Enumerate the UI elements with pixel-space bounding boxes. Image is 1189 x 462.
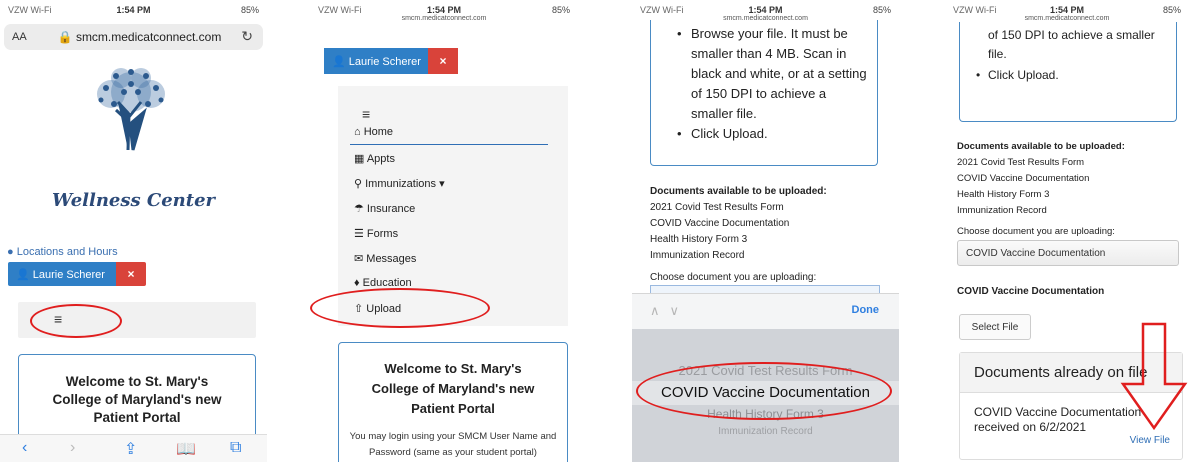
view-file-link[interactable]: View File (1130, 435, 1170, 446)
screen-picker: VZW Wi-Fi 1:54 PM 85% smcm.medicatconnec… (632, 0, 899, 462)
clock: 1:54 PM (426, 5, 461, 15)
instruction-tail: of 150 DPI to achieve a smaller file. (988, 28, 1155, 61)
battery-indicator: 85% (872, 5, 891, 15)
welcome-line: College of Maryland's new (371, 381, 535, 396)
welcome-line: Welcome to St. Mary's (384, 361, 522, 376)
wellness-center-title: Wellness Center (51, 190, 216, 211)
on-file-entry-name: COVID Vaccine Documentation (974, 405, 1142, 419)
welcome-body: You may login using your SMCM User Name … (349, 431, 557, 458)
clock: 1:54 PM (1049, 5, 1084, 15)
welcome-line: College of Maryland's new (52, 392, 222, 407)
picker-toolbar: ∧∨ Done (632, 293, 899, 329)
address-url[interactable]: 🔒 smcm.medicatconnect.com (44, 30, 235, 44)
status-bar: VZW Wi-Fi 1:54 PM 85% (0, 0, 267, 22)
user-button[interactable]: 👤 Laurie Scherer (8, 262, 116, 286)
nav-item-immunizations[interactable]: ⚲ Immunizations ▾ (354, 177, 445, 190)
address-url[interactable]: smcm.medicatconnect.com (310, 15, 578, 22)
nav-item-appts[interactable]: ▦ Appts (354, 152, 395, 165)
welcome-line: Welcome to St. Mary's (65, 374, 209, 389)
document-select[interactable]: COVID Vaccine Documentation (957, 240, 1179, 266)
address-bar[interactable]: AA 🔒 smcm.medicatconnect.com ↻ (4, 24, 263, 50)
upload-instructions: Browse your file. It must be smaller tha… (650, 20, 878, 166)
battery-indicator: 85% (1162, 5, 1181, 15)
close-button[interactable]: × (116, 262, 146, 286)
doc-list-item: COVID Vaccine Documentation (650, 218, 790, 229)
active-underline (350, 144, 548, 145)
welcome-card: Welcome to St. Mary's College of Marylan… (18, 354, 256, 444)
instruction-item: Click Upload. (976, 66, 1168, 85)
address-url[interactable]: smcm.medicatconnect.com (945, 15, 1189, 22)
nav-item-insurance[interactable]: ☂ Insurance (354, 202, 415, 215)
reader-options-button[interactable]: AA (12, 31, 27, 43)
doc-list-item: Immunization Record (957, 205, 1047, 216)
docs-available-title: Documents available to be uploaded: (957, 141, 1125, 152)
doc-list-item: 2021 Covid Test Results Form (650, 202, 784, 213)
user-button[interactable]: 👤 Laurie Scherer (324, 48, 428, 74)
choose-document-label: Choose document you are uploading: (957, 226, 1115, 237)
tree-logo-icon (97, 68, 165, 151)
bookmarks-icon[interactable]: 📖 (176, 439, 196, 459)
done-button[interactable]: Done (852, 304, 880, 316)
upload-instructions: of 150 DPI to achieve a smaller file. Cl… (959, 22, 1177, 122)
clock: 1:54 PM (116, 5, 151, 15)
welcome-line: Patient Portal (411, 401, 495, 416)
annotation-oval (636, 362, 892, 420)
doc-list-item: Health History Form 3 (650, 234, 748, 245)
nav-item-forms[interactable]: ☰ Forms (354, 227, 398, 240)
on-file-entry: COVID Vaccine Documentation received on … (974, 405, 1141, 435)
doc-list-item: Immunization Record (650, 250, 745, 261)
doc-list-item: Health History Form 3 (957, 189, 1050, 200)
document-select[interactable] (650, 285, 880, 293)
welcome-line: Patient Portal (93, 410, 181, 425)
doc-list-item: COVID Vaccine Documentation (957, 173, 1090, 184)
battery-indicator: 85% (551, 5, 570, 15)
back-icon[interactable]: ‹ (22, 439, 27, 457)
locations-link[interactable]: ● Locations and Hours (7, 246, 118, 258)
forward-icon[interactable]: › (70, 439, 75, 457)
clock: 1:54 PM (748, 5, 783, 15)
screen-home: VZW Wi-Fi 1:54 PM 85% AA 🔒 smcm.medicatc… (0, 0, 267, 462)
tabs-icon[interactable]: ⧉ (230, 439, 241, 457)
share-icon[interactable]: ⇪ (124, 439, 137, 459)
on-file-entry-date: received on 6/2/2021 (974, 420, 1087, 434)
nav-item-messages[interactable]: ✉ Messages (354, 252, 416, 265)
annotation-oval (30, 304, 122, 338)
annotation-down-arrow-icon (1120, 322, 1188, 431)
battery-indicator: 85% (240, 5, 259, 15)
docs-available-title: Documents available to be uploaded: (650, 186, 827, 197)
hamburger-menu-icon[interactable]: ≡ (362, 106, 370, 122)
screen-uploaded: VZW Wi-Fi 1:54 PM 85% smcm.medicatconnec… (945, 0, 1189, 462)
picker-option[interactable]: Immunization Record (632, 426, 899, 437)
annotation-oval (310, 288, 490, 328)
nav-item-home[interactable]: ⌂ Home (354, 126, 393, 138)
welcome-card: Welcome to St. Mary's College of Marylan… (338, 342, 568, 462)
screen-menu: VZW Wi-Fi 1:54 PM 85% smcm.medicatconnec… (310, 0, 578, 462)
select-file-button[interactable]: Select File (959, 314, 1031, 340)
doc-list-item: 2021 Covid Test Results Form (957, 157, 1085, 168)
choose-document-label: Choose document you are uploading: (650, 272, 817, 283)
selected-document-title: COVID Vaccine Documentation (957, 286, 1105, 297)
instruction-item: Browse your file. It must be smaller tha… (677, 24, 867, 124)
reload-icon[interactable]: ↻ (241, 28, 253, 45)
instruction-item: Click Upload. (677, 124, 867, 144)
close-button[interactable]: × (428, 48, 458, 74)
picker-nav-arrows-icon[interactable]: ∧∨ (650, 303, 689, 319)
safari-toolbar: ‹ › ⇪ 📖 ⧉ (0, 434, 267, 462)
